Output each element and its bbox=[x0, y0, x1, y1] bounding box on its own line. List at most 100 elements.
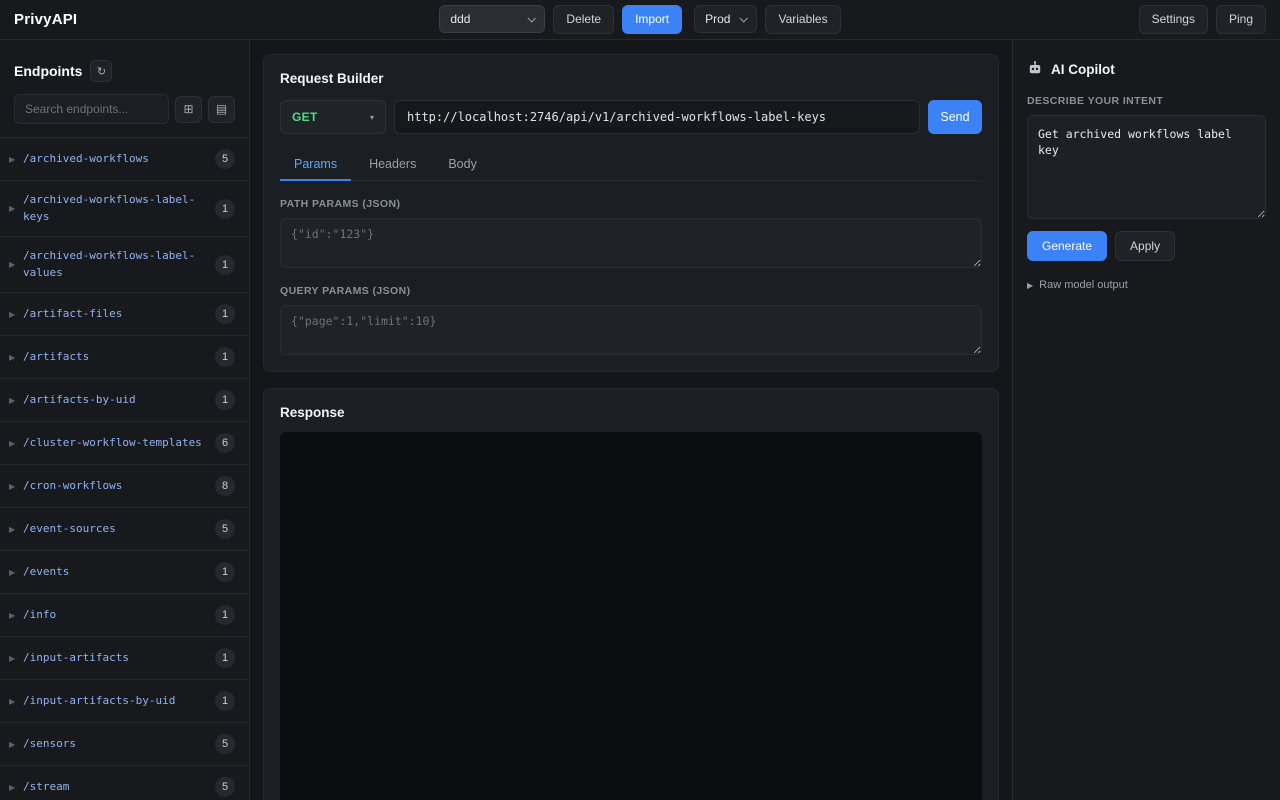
chevron-right-icon: ▶ bbox=[9, 204, 23, 213]
grid-icon: ⊞ bbox=[183, 102, 193, 116]
collection-select-value: ddd bbox=[450, 12, 470, 26]
request-builder-card: Request Builder GET ▾ Send ParamsHeaders… bbox=[263, 54, 999, 372]
endpoint-count-badge: 1 bbox=[215, 199, 235, 219]
method-select[interactable]: GET ▾ bbox=[280, 100, 386, 134]
chevron-right-icon: ▶ bbox=[9, 310, 23, 319]
refresh-icon: ↻ bbox=[97, 65, 106, 78]
endpoint-path: /cron-workflows bbox=[23, 478, 207, 495]
chevron-right-icon: ▶ bbox=[9, 568, 23, 577]
chevron-right-icon: ▶ bbox=[9, 155, 23, 164]
request-row: GET ▾ Send bbox=[280, 100, 982, 134]
chevron-right-icon: ▶ bbox=[9, 353, 23, 362]
endpoint-count-badge: 1 bbox=[215, 347, 235, 367]
import-button[interactable]: Import bbox=[622, 5, 682, 33]
intent-label: DESCRIBE YOUR INTENT bbox=[1027, 95, 1266, 107]
endpoint-path: /input-artifacts-by-uid bbox=[23, 693, 207, 710]
intent-textarea[interactable]: Get archived workflows label key bbox=[1027, 115, 1266, 219]
endpoint-count-badge: 5 bbox=[215, 777, 235, 797]
request-tabs: ParamsHeadersBody bbox=[280, 148, 982, 181]
content: Endpoints ↻ ⊞ ▤ ▶/archived-workflows5▶/a… bbox=[0, 40, 1280, 800]
endpoint-list-item[interactable]: ▶/sensors 5 bbox=[0, 722, 249, 765]
chevron-right-icon: ▶ bbox=[9, 740, 23, 749]
sidebar-search-row: ⊞ ▤ bbox=[0, 92, 249, 137]
path-params-label: PATH PARAMS (JSON) bbox=[280, 198, 982, 210]
ai-copilot-panel: AI Copilot DESCRIBE YOUR INTENT Get arch… bbox=[1012, 40, 1280, 800]
endpoint-count-badge: 5 bbox=[215, 149, 235, 169]
chevron-right-icon: ▶ bbox=[9, 482, 23, 491]
send-button[interactable]: Send bbox=[928, 100, 982, 134]
chevron-right-icon: ▶ bbox=[9, 439, 23, 448]
query-params-textarea[interactable] bbox=[280, 305, 982, 355]
sidebar-header: Endpoints ↻ bbox=[0, 40, 249, 92]
apply-button[interactable]: Apply bbox=[1115, 231, 1175, 261]
topbar-center: ddd Delete Import Prod Variables bbox=[439, 5, 840, 33]
robot-icon bbox=[1027, 60, 1043, 79]
endpoint-path: /info bbox=[23, 607, 207, 624]
path-params-textarea[interactable] bbox=[280, 218, 982, 268]
refresh-button[interactable]: ↻ bbox=[90, 60, 112, 82]
topbar-right: Settings Ping bbox=[841, 5, 1266, 33]
endpoint-list-item[interactable]: ▶/archived-workflows-label-keys1 bbox=[0, 180, 249, 236]
collection-select[interactable]: ddd bbox=[439, 5, 545, 33]
endpoint-count-badge: 6 bbox=[215, 433, 235, 453]
environment-select-value: Prod bbox=[705, 12, 730, 26]
generate-button[interactable]: Generate bbox=[1027, 231, 1107, 261]
tab-params[interactable]: Params bbox=[280, 148, 351, 180]
endpoint-path: /cluster-workflow-templates bbox=[23, 435, 207, 452]
endpoint-path: /artifacts-by-uid bbox=[23, 392, 207, 409]
endpoint-path: /artifact-files bbox=[23, 306, 207, 323]
ping-button[interactable]: Ping bbox=[1216, 5, 1266, 33]
chevron-right-icon: ▶ bbox=[9, 697, 23, 706]
copilot-buttons: Generate Apply bbox=[1027, 231, 1266, 261]
endpoint-list-item[interactable]: ▶/archived-workflows-label-values1 bbox=[0, 236, 249, 292]
endpoint-list-item[interactable]: ▶/archived-workflows 5 bbox=[0, 137, 249, 180]
grid-view-button[interactable]: ⊞ bbox=[175, 96, 202, 123]
endpoint-list-item[interactable]: ▶/input-artifacts1 bbox=[0, 636, 249, 679]
chevron-right-icon: ▶ bbox=[1027, 281, 1033, 290]
environment-select[interactable]: Prod bbox=[694, 5, 757, 33]
delete-button[interactable]: Delete bbox=[553, 5, 614, 33]
endpoints-title: Endpoints bbox=[14, 63, 82, 79]
endpoint-list-item[interactable]: ▶/stream5 bbox=[0, 765, 249, 800]
list-icon: ▤ bbox=[216, 102, 227, 116]
tab-body[interactable]: Body bbox=[434, 148, 491, 180]
endpoint-list-item[interactable]: ▶/event-sources5 bbox=[0, 507, 249, 550]
endpoint-list-item[interactable]: ▶/artifacts-by-uid1 bbox=[0, 378, 249, 421]
endpoint-list-item[interactable]: ▶/cluster-workflow-templates 6 bbox=[0, 421, 249, 464]
list-view-button[interactable]: ▤ bbox=[208, 96, 235, 123]
endpoint-count-badge: 5 bbox=[215, 734, 235, 754]
endpoint-count-badge: 5 bbox=[215, 519, 235, 539]
chevron-down-icon bbox=[740, 15, 748, 23]
endpoint-list: ▶/archived-workflows5▶/archived-workflow… bbox=[0, 137, 249, 800]
app-logo: PrivyAPI bbox=[14, 11, 77, 28]
endpoint-list-item[interactable]: ▶/artifacts 1 bbox=[0, 335, 249, 378]
response-body bbox=[280, 432, 982, 800]
topbar: PrivyAPI ddd Delete Import Prod Variable… bbox=[0, 0, 1280, 40]
raw-model-output-label: Raw model output bbox=[1039, 279, 1128, 291]
variables-button[interactable]: Variables bbox=[765, 5, 840, 33]
endpoint-path: /sensors bbox=[23, 736, 207, 753]
chevron-right-icon: ▶ bbox=[9, 654, 23, 663]
endpoint-list-item[interactable]: ▶/artifact-files1 bbox=[0, 292, 249, 335]
endpoint-path: /event-sources bbox=[23, 521, 207, 538]
endpoint-path: /artifacts bbox=[23, 349, 207, 366]
settings-button[interactable]: Settings bbox=[1139, 5, 1208, 33]
tab-headers[interactable]: Headers bbox=[355, 148, 430, 180]
endpoint-path: /archived-workflows bbox=[23, 151, 207, 168]
url-input[interactable] bbox=[394, 100, 920, 134]
endpoint-list-item[interactable]: ▶/info1 bbox=[0, 593, 249, 636]
request-builder-title: Request Builder bbox=[280, 71, 982, 86]
endpoint-list-item[interactable]: ▶/input-artifacts-by-uid1 bbox=[0, 679, 249, 722]
endpoint-list-item[interactable]: ▶/cron-workflows8 bbox=[0, 464, 249, 507]
endpoint-path: /events bbox=[23, 564, 207, 581]
raw-model-output-toggle[interactable]: ▶ Raw model output bbox=[1027, 279, 1266, 291]
endpoint-path: /input-artifacts bbox=[23, 650, 207, 667]
endpoint-list-item[interactable]: ▶/events1 bbox=[0, 550, 249, 593]
response-card: Response bbox=[263, 388, 999, 800]
endpoint-path: /stream bbox=[23, 779, 207, 796]
search-input[interactable] bbox=[14, 94, 169, 124]
copilot-header: AI Copilot bbox=[1027, 60, 1266, 79]
endpoint-count-badge: 1 bbox=[215, 605, 235, 625]
chevron-down-icon: ▾ bbox=[370, 113, 374, 122]
chevron-right-icon: ▶ bbox=[9, 396, 23, 405]
